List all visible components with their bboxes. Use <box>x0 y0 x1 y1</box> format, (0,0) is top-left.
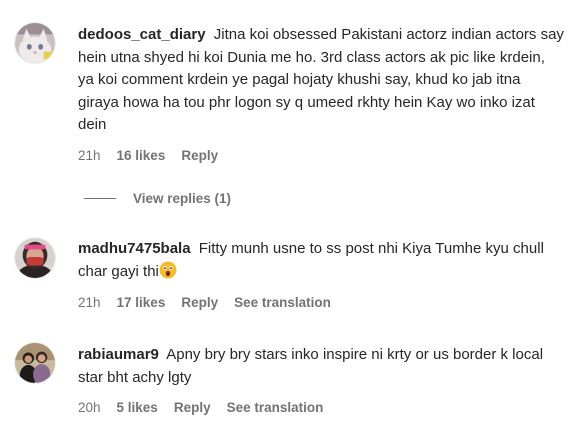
view-replies-label: View replies (1) <box>133 191 232 206</box>
comment-time[interactable]: 20h <box>78 400 101 415</box>
reply-button[interactable]: Reply <box>174 400 211 415</box>
comment-username[interactable]: madhu7475bala <box>78 240 191 257</box>
astonished-face-emoji-icon <box>159 261 177 278</box>
likes-count[interactable]: 16 likes <box>117 148 166 163</box>
reply-button[interactable]: Reply <box>181 295 218 310</box>
white-cat-avatar-icon <box>15 23 55 63</box>
comment-username[interactable]: rabiaumar9 <box>78 346 159 363</box>
comment-meta: 21h 17 likes Reply See translation <box>78 295 347 310</box>
see-translation-button[interactable]: See translation <box>234 295 331 310</box>
view-replies-button[interactable]: View replies (1) <box>84 191 231 206</box>
reply-button[interactable]: Reply <box>181 148 218 163</box>
see-translation-button[interactable]: See translation <box>227 400 324 415</box>
comment-text-block: dedoos_cat_diary Jitna koi obsessed Paki… <box>78 24 564 137</box>
divider-line <box>84 198 116 199</box>
likes-count[interactable]: 5 likes <box>117 400 158 415</box>
two-people-avatar-icon <box>15 343 55 383</box>
comment-text-block: madhu7475bala Fitty munh usne to ss post… <box>78 238 564 283</box>
woman-with-mask-avatar-icon <box>15 238 55 278</box>
comment-time[interactable]: 21h <box>78 295 101 310</box>
comment-meta: 21h 16 likes Reply <box>78 148 234 163</box>
comment-username[interactable]: dedoos_cat_diary <box>78 26 206 43</box>
comment-meta: 20h 5 likes Reply See translation <box>78 400 339 415</box>
comment-time[interactable]: 21h <box>78 148 101 163</box>
likes-count[interactable]: 17 likes <box>117 295 166 310</box>
avatar[interactable] <box>14 342 56 384</box>
avatar[interactable] <box>14 237 56 279</box>
comment-text-block: rabiaumar9 Apny bry bry stars inko inspi… <box>78 344 564 389</box>
avatar[interactable] <box>14 22 56 64</box>
